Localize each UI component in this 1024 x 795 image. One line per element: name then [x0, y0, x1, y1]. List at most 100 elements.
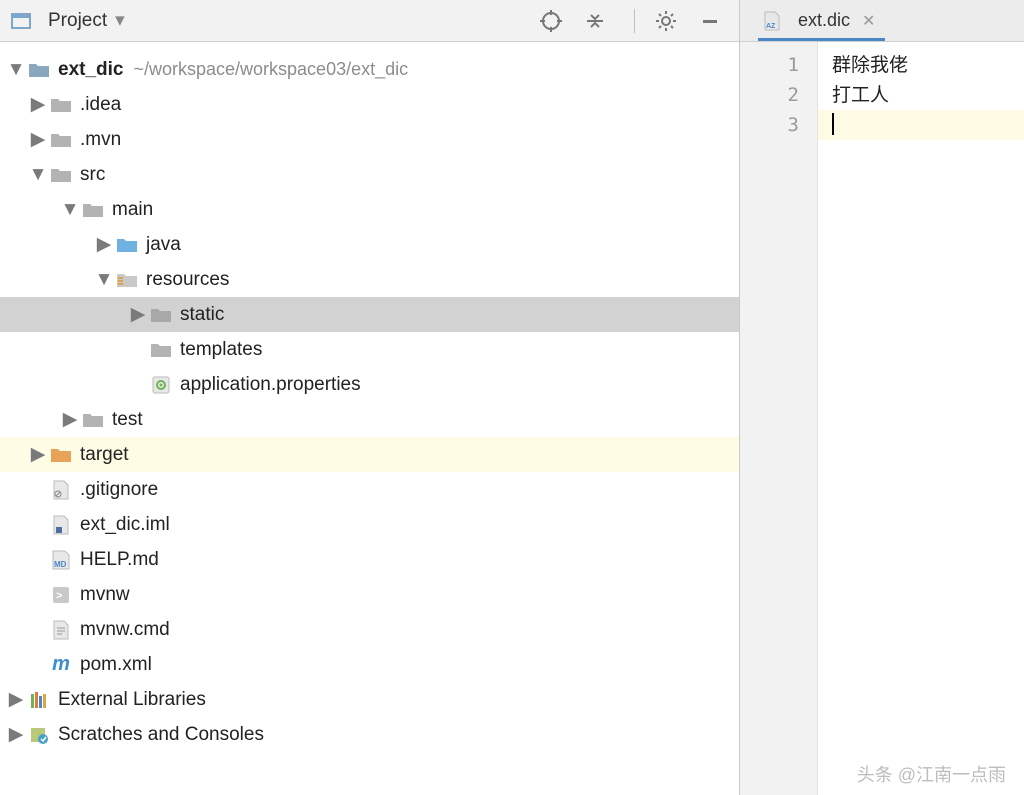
- maven-file-icon: m: [50, 654, 72, 676]
- dic-file-icon: AZ: [762, 11, 782, 31]
- tree-item-external-libraries[interactable]: ▶ External Libraries: [0, 682, 739, 717]
- tree-root[interactable]: ▼ ext_dic ~/workspace/workspace03/ext_di…: [0, 52, 739, 87]
- tree-label: src: [80, 164, 105, 186]
- tree-item-static[interactable]: ▶ static: [0, 297, 739, 332]
- tree-item-mvnwcmd[interactable]: ▶ mvnw.cmd: [0, 612, 739, 647]
- editor-tab-bar: AZ ext.dic ✕: [740, 0, 1024, 42]
- scratches-icon: [28, 724, 50, 746]
- close-icon[interactable]: ✕: [862, 11, 875, 31]
- tree-label: test: [112, 409, 143, 431]
- editor-gutter: 1 2 3: [740, 42, 818, 795]
- tree-item-appprops[interactable]: ▶ application.properties: [0, 367, 739, 402]
- resources-folder-icon: [116, 269, 138, 291]
- tree-item-pom[interactable]: ▶ m pom.xml: [0, 647, 739, 682]
- tree-label: mvnw: [80, 584, 130, 606]
- folder-icon: [50, 164, 72, 186]
- minimize-icon[interactable]: [699, 10, 721, 32]
- tree-item-mvnw[interactable]: ▶ > mvnw: [0, 577, 739, 612]
- tree-item-main[interactable]: ▼ main: [0, 192, 739, 227]
- line-number: 2: [740, 80, 799, 110]
- tree-item-java[interactable]: ▶ java: [0, 227, 739, 262]
- editor-tab[interactable]: AZ ext.dic ✕: [758, 3, 885, 41]
- properties-file-icon: [150, 374, 172, 396]
- text-file-icon: [50, 619, 72, 641]
- chevron-right-icon[interactable]: ▶: [8, 727, 24, 743]
- tree-label: java: [146, 234, 181, 256]
- libraries-icon: [28, 689, 50, 711]
- tree-label: pom.xml: [80, 654, 152, 676]
- tree-label: .mvn: [80, 129, 121, 151]
- tree-label: templates: [180, 339, 262, 361]
- project-tree[interactable]: ▼ ext_dic ~/workspace/workspace03/ext_di…: [0, 42, 739, 795]
- tree-label: main: [112, 199, 153, 221]
- tree-label: .idea: [80, 94, 121, 116]
- chevron-right-icon[interactable]: ▶: [30, 447, 46, 463]
- chevron-down-icon[interactable]: ▼: [8, 62, 24, 78]
- tree-label: target: [80, 444, 129, 466]
- chevron-down-icon[interactable]: ▼: [62, 202, 78, 218]
- tree-label: resources: [146, 269, 229, 291]
- separator: [634, 9, 635, 33]
- chevron-right-icon[interactable]: ▶: [30, 97, 46, 113]
- tree-label: Scratches and Consoles: [58, 724, 264, 746]
- tree-root-label: ext_dic: [58, 59, 123, 81]
- project-panel-header: Project ▾: [0, 0, 739, 42]
- tree-item-src[interactable]: ▼ src: [0, 157, 739, 192]
- tree-label: ext_dic.iml: [80, 514, 170, 536]
- svg-text:AZ: AZ: [766, 23, 776, 30]
- tree-label: mvnw.cmd: [80, 619, 170, 641]
- folder-icon: [28, 59, 50, 81]
- project-dropdown-icon: ▾: [115, 9, 125, 32]
- chevron-right-icon[interactable]: ▶: [30, 132, 46, 148]
- folder-icon: [50, 94, 72, 116]
- tree-item-mvn[interactable]: ▶ .mvn: [0, 122, 739, 157]
- file-icon: [50, 479, 72, 501]
- folder-icon: [150, 339, 172, 361]
- svg-text:MD: MD: [54, 560, 67, 569]
- editor-tab-label: ext.dic: [798, 10, 850, 31]
- tree-item-gitignore[interactable]: ▶ .gitignore: [0, 472, 739, 507]
- tree-label: .gitignore: [80, 479, 158, 501]
- folder-icon: [82, 199, 104, 221]
- tree-item-test[interactable]: ▶ test: [0, 402, 739, 437]
- script-file-icon: >: [50, 584, 72, 606]
- code-line: 群除我佬: [832, 50, 1024, 80]
- chevron-down-icon[interactable]: ▼: [30, 167, 46, 183]
- tree-label: static: [180, 304, 224, 326]
- chevron-right-icon[interactable]: ▶: [96, 237, 112, 253]
- editor-code[interactable]: 群除我佬 打工人: [818, 42, 1024, 795]
- iml-file-icon: [50, 514, 72, 536]
- chevron-right-icon[interactable]: ▶: [130, 307, 146, 323]
- excluded-folder-icon: [50, 444, 72, 466]
- project-title[interactable]: Project ▾: [10, 9, 125, 32]
- svg-text:>: >: [56, 590, 62, 602]
- tree-label: HELP.md: [80, 549, 159, 571]
- folder-icon: [50, 129, 72, 151]
- line-number: 3: [740, 110, 799, 140]
- gear-icon[interactable]: [655, 10, 677, 32]
- folder-icon: [150, 304, 172, 326]
- editor-area[interactable]: 1 2 3 群除我佬 打工人: [740, 42, 1024, 795]
- tree-item-idea[interactable]: ▶ .idea: [0, 87, 739, 122]
- tree-label: External Libraries: [58, 689, 206, 711]
- code-line: 打工人: [832, 80, 1024, 110]
- code-line: [832, 110, 1024, 140]
- tree-item-iml[interactable]: ▶ ext_dic.iml: [0, 507, 739, 542]
- chevron-right-icon[interactable]: ▶: [62, 412, 78, 428]
- collapse-all-icon[interactable]: [584, 10, 606, 32]
- target-icon[interactable]: [540, 10, 562, 32]
- tree-item-resources[interactable]: ▼ resources: [0, 262, 739, 297]
- text-caret: [832, 113, 834, 135]
- tree-item-help[interactable]: ▶ MD HELP.md: [0, 542, 739, 577]
- project-title-label: Project: [48, 10, 107, 32]
- line-number: 1: [740, 50, 799, 80]
- project-window-icon: [10, 10, 32, 32]
- tree-item-templates[interactable]: ▶ templates: [0, 332, 739, 367]
- source-folder-icon: [116, 234, 138, 256]
- folder-icon: [82, 409, 104, 431]
- chevron-down-icon[interactable]: ▼: [96, 272, 112, 288]
- tree-root-path: ~/workspace/workspace03/ext_dic: [133, 59, 408, 80]
- tree-item-scratches[interactable]: ▶ Scratches and Consoles: [0, 717, 739, 752]
- chevron-right-icon[interactable]: ▶: [8, 692, 24, 708]
- tree-item-target[interactable]: ▶ target: [0, 437, 739, 472]
